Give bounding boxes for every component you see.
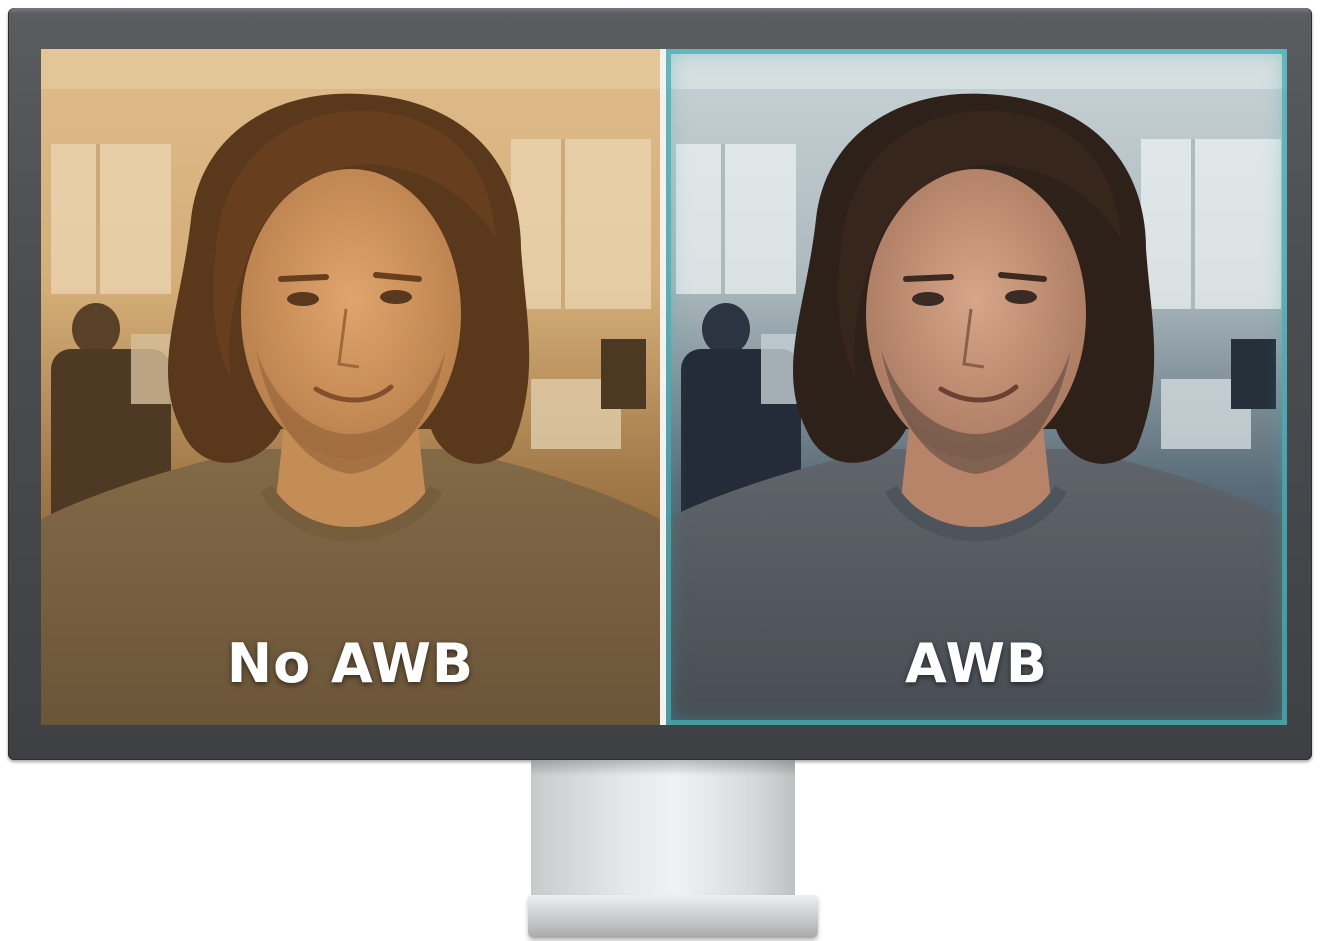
awb-label: AWB xyxy=(904,632,1049,695)
bezel-highlight xyxy=(8,8,1312,14)
no-awb-label: No AWB xyxy=(226,632,475,695)
monitor-screen: No AWB AWB xyxy=(41,49,1287,725)
no-awb-panel: No AWB xyxy=(41,49,660,725)
awb-panel: AWB xyxy=(666,49,1287,725)
monitor: No AWB AWB xyxy=(8,8,1312,760)
monitor-stand-neck xyxy=(531,760,795,900)
stand-shadow xyxy=(531,760,795,776)
no-awb-photo xyxy=(41,49,660,725)
awb-photo xyxy=(666,49,1287,725)
monitor-stand-base xyxy=(528,895,818,938)
